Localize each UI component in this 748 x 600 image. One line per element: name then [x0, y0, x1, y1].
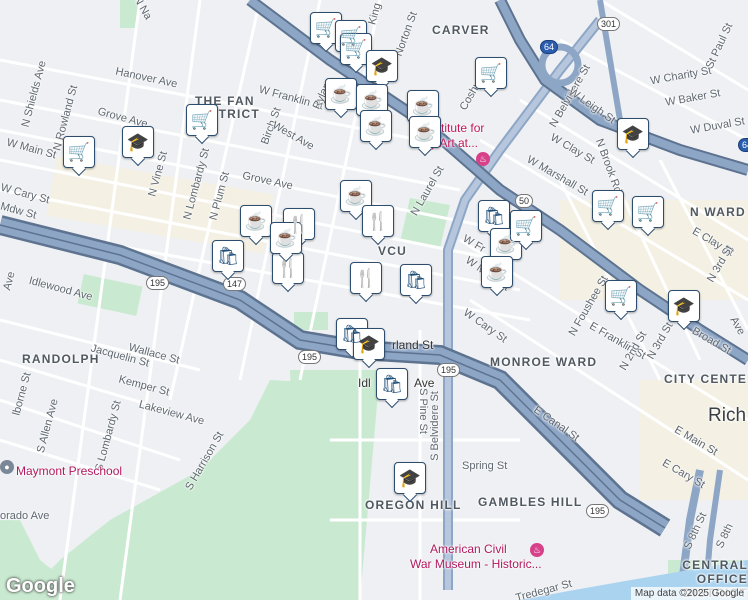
shopping-cart-icon: 🛒	[636, 202, 660, 222]
route-shield: 195	[146, 276, 170, 290]
route-shield: 50	[515, 194, 534, 208]
coffee-icon: ☕	[329, 84, 353, 104]
poi-label: Maymont Preschool	[16, 464, 123, 478]
coffee-icon: ☕	[411, 96, 435, 116]
school-icon: 🎓	[370, 56, 394, 76]
restaurant-icon: 🍴	[354, 268, 378, 288]
shopping-cart-pin[interactable]: 🛒	[475, 57, 507, 89]
restaurant-pin[interactable]: 🍴	[362, 205, 394, 237]
shopping-bag-pin[interactable]: 🛍	[400, 264, 432, 296]
school-icon: 🎓	[398, 468, 422, 488]
district-label: GAMBLES HILL	[478, 495, 583, 509]
district-label: VCU	[378, 244, 407, 258]
street-label: Idl	[358, 376, 371, 390]
shopping-bag-icon: 🛍	[216, 246, 240, 266]
route-shield: 195	[437, 363, 461, 377]
school-pin[interactable]: 🎓	[366, 50, 398, 82]
coffee-pin[interactable]: ☕	[325, 78, 357, 110]
shopping-cart-icon: 🛒	[479, 63, 503, 83]
map-canvas[interactable]: N Na King Norton St CARVER Hanover Ave G…	[0, 0, 748, 600]
google-logo: Google	[6, 575, 75, 597]
shopping-cart-pin[interactable]: 🛒	[186, 104, 218, 136]
coffee-pin[interactable]: ☕	[240, 205, 272, 237]
museum-icon[interactable]: ♨	[530, 543, 544, 557]
school-pin[interactable]: 🎓	[617, 118, 649, 150]
poi-label: American Civil	[430, 542, 507, 556]
coffee-icon: ☕	[413, 122, 437, 142]
shopping-bag-icon: 🛍	[482, 206, 506, 226]
coffee-icon: ☕	[360, 90, 384, 110]
shopping-cart-icon: 🛒	[190, 110, 214, 130]
street-label: S Pine St	[416, 388, 429, 434]
shopping-bag-pin[interactable]: 🛍	[376, 368, 408, 400]
street-label: rland St	[392, 338, 434, 352]
shopping-cart-pin[interactable]: 🛒	[605, 280, 637, 312]
shopping-bag-icon: 🛍	[404, 270, 428, 290]
school-pin[interactable]: 🎓	[668, 290, 700, 322]
street-label: S Belvidere St	[428, 391, 441, 461]
school-icon: 🎓	[357, 334, 381, 354]
school-pin[interactable]: 🎓	[122, 126, 154, 158]
shopping-bag-pin[interactable]: 🛍	[212, 240, 244, 272]
coffee-icon: ☕	[364, 116, 388, 136]
school-icon: 🎓	[672, 296, 696, 316]
shopping-cart-pin[interactable]: 🛒	[632, 196, 664, 228]
coffee-icon: ☕	[274, 228, 298, 248]
street-label: Spring St	[462, 460, 508, 472]
shopping-cart-icon: 🛒	[344, 39, 368, 59]
restaurant-icon: 🍴	[366, 211, 390, 231]
school-icon: 🎓	[126, 132, 150, 152]
restaurant-pin[interactable]: 🍴	[350, 262, 382, 294]
museum-icon[interactable]: ♨	[476, 152, 490, 166]
school-icon: 🎓	[621, 124, 645, 144]
coffee-pin[interactable]: ☕	[409, 116, 441, 148]
coffee-icon: ☕	[494, 234, 518, 254]
street-label: orado Ave	[0, 510, 50, 522]
restaurant-icon: 🍴	[276, 258, 300, 278]
shopping-cart-pin[interactable]: 🛒	[592, 190, 624, 222]
route-shield: 64	[738, 138, 748, 152]
district-label: RANDOLPH	[22, 352, 100, 366]
district-label: OREGON HILL	[365, 498, 462, 512]
place-icon[interactable]: ●	[0, 460, 14, 474]
coffee-icon: ☕	[244, 211, 268, 231]
route-shield: 64	[540, 40, 559, 54]
shopping-cart-icon: 🛒	[314, 18, 338, 38]
district-label: CITY CENTER	[664, 372, 748, 386]
city-label: Rich	[708, 405, 747, 426]
coffee-icon: ☕	[485, 262, 509, 282]
coffee-icon: ☕	[344, 186, 368, 206]
district-label: MONROE WARD	[490, 355, 598, 369]
route-shield: 301	[597, 17, 621, 31]
shopping-cart-icon: 🛒	[67, 142, 91, 162]
school-pin[interactable]: 🎓	[394, 462, 426, 494]
map-attribution[interactable]: Map data ©2025 Google	[630, 587, 748, 600]
shopping-cart-icon: 🛒	[609, 286, 633, 306]
district-label: N WARD	[690, 205, 746, 219]
coffee-pin[interactable]: ☕	[360, 110, 392, 142]
shopping-cart-icon: 🛒	[514, 216, 538, 236]
coffee-pin[interactable]: ☕	[481, 256, 513, 288]
route-shield: 195	[298, 350, 322, 364]
route-shield: 195	[586, 504, 610, 518]
poi-label: War Museum - Historic...	[410, 557, 542, 571]
shopping-bag-icon: 🛍	[380, 374, 404, 394]
shopping-cart-pin[interactable]: 🛒	[63, 136, 95, 168]
district-label: CARVER	[432, 23, 490, 37]
shopping-cart-icon: 🛒	[596, 196, 620, 216]
